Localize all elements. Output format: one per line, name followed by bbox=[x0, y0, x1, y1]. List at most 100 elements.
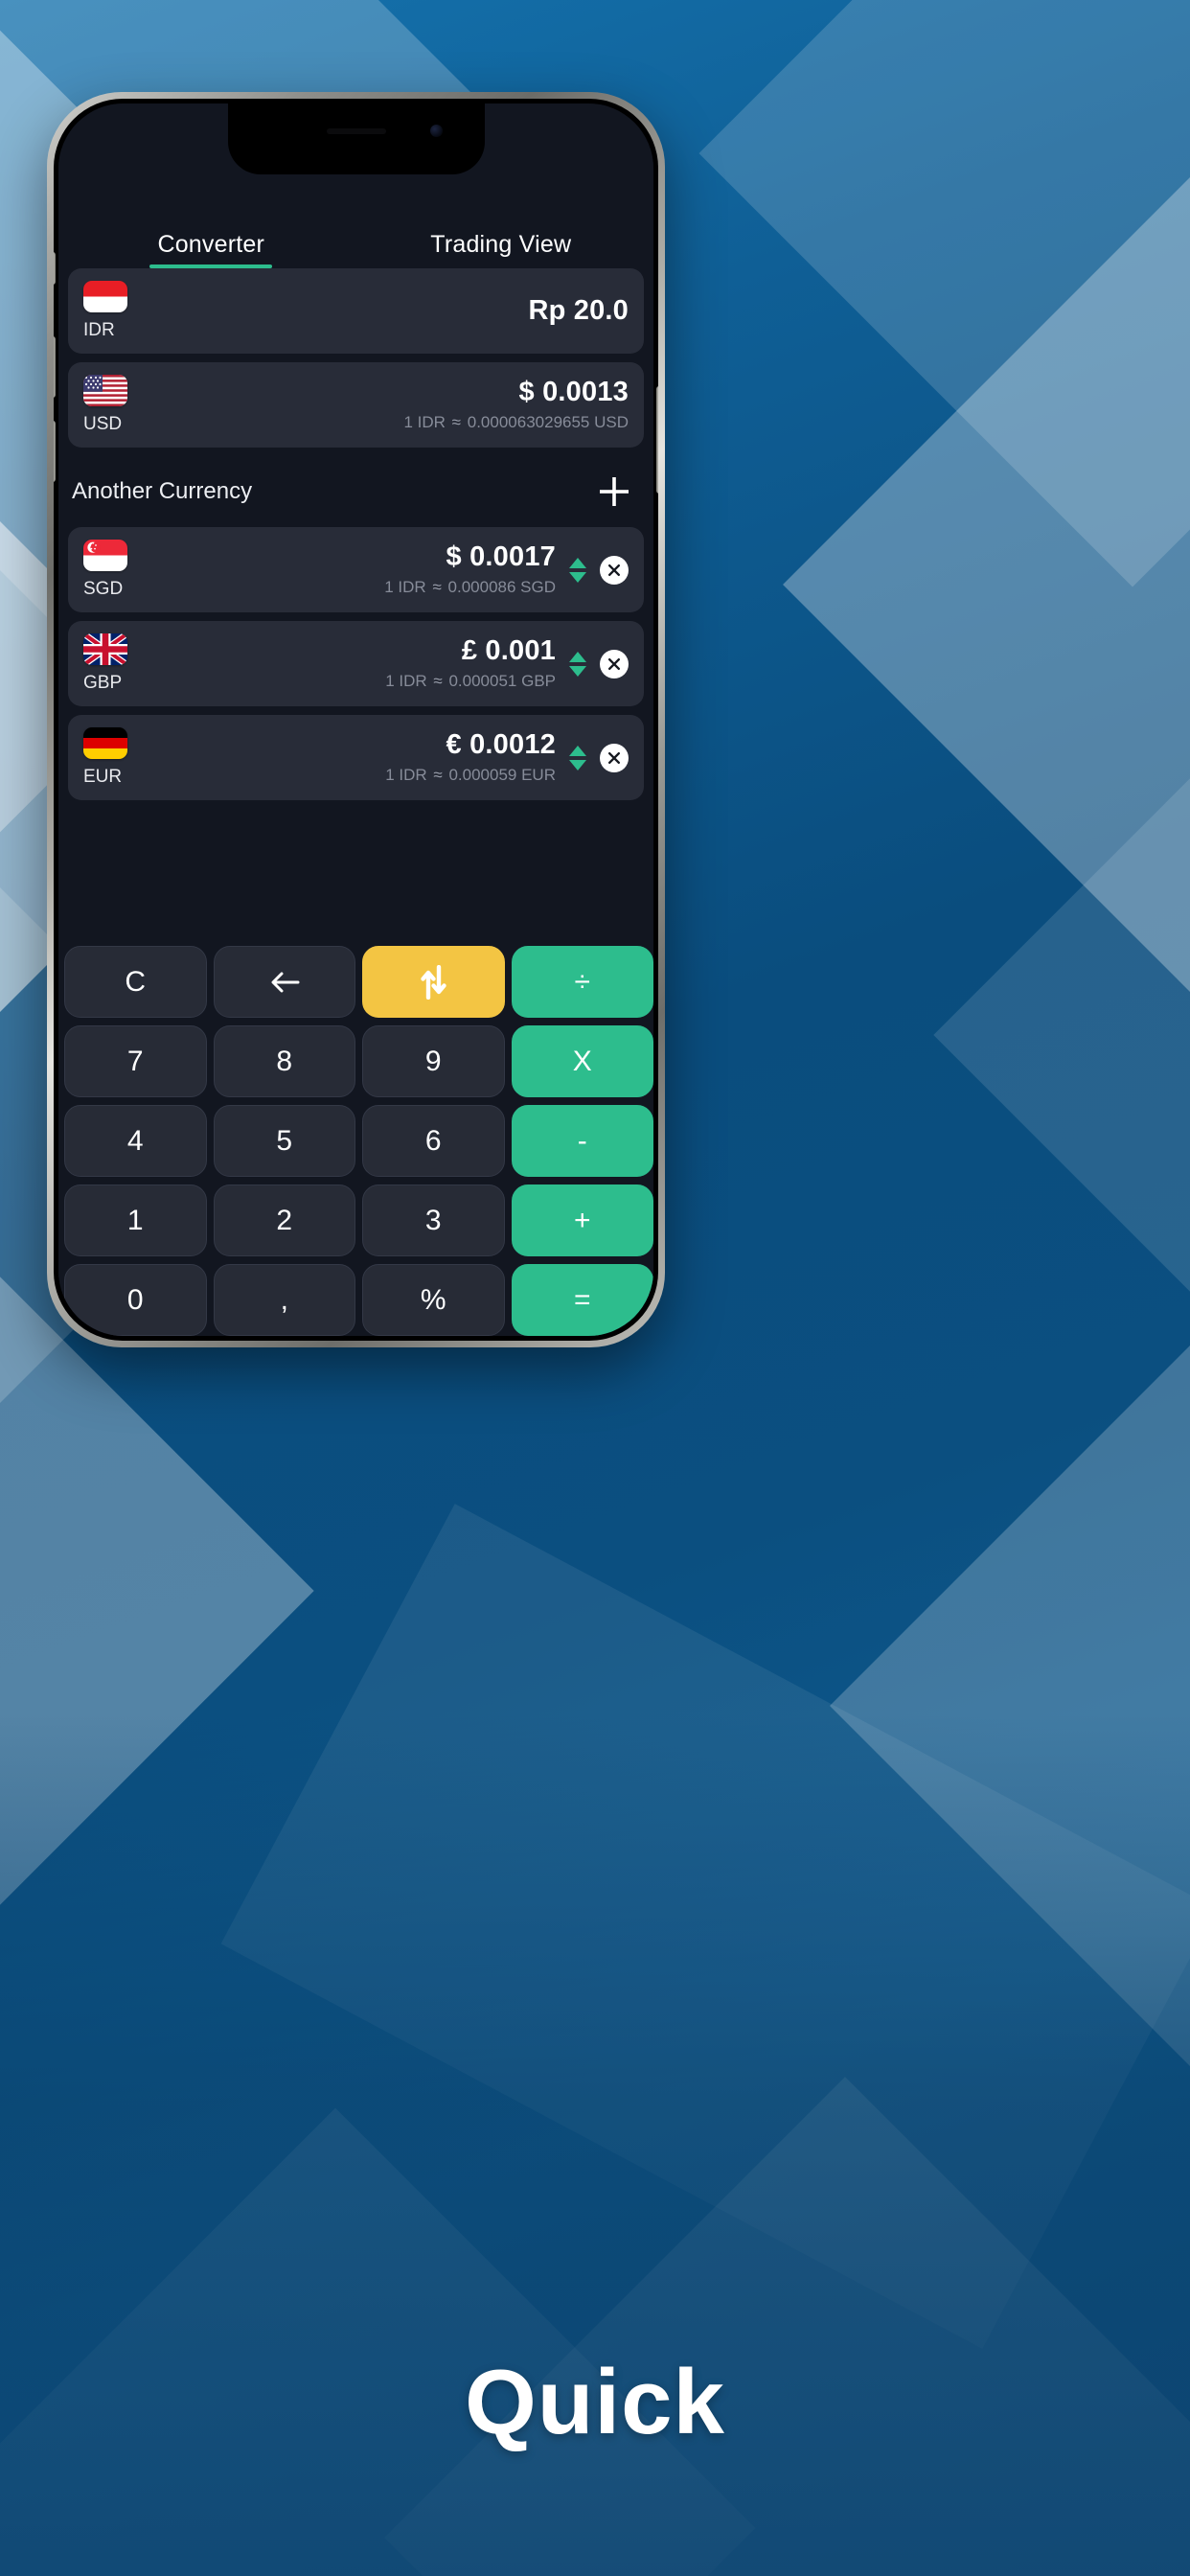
currency-value-block: $ 0.0017 1 IDR ≈ 0.000086 SGD bbox=[175, 541, 557, 597]
approx-icon: ≈ bbox=[432, 578, 442, 597]
flag-singapore-icon bbox=[83, 540, 127, 571]
key-6[interactable]: 6 bbox=[362, 1105, 505, 1177]
key-1[interactable]: 1 bbox=[64, 1184, 207, 1256]
currency-card-sgd[interactable]: SGD $ 0.0017 1 IDR ≈ 0.000086 SGD bbox=[68, 527, 644, 612]
rate-value: 0.000059 EUR bbox=[448, 766, 556, 785]
flag-usa-icon bbox=[83, 375, 127, 406]
rate-value: 0.000086 SGD bbox=[447, 578, 556, 597]
key-backspace[interactable] bbox=[213, 946, 355, 1018]
currency-identity: USD bbox=[83, 375, 175, 435]
key-7-label: 7 bbox=[126, 1045, 144, 1077]
approx-icon: ≈ bbox=[433, 766, 443, 785]
flag-indonesia-icon bbox=[83, 281, 127, 312]
amount-usd[interactable]: $ 0.0013 bbox=[519, 377, 629, 407]
tab-converter[interactable]: Converter bbox=[66, 231, 356, 268]
key-8[interactable]: 8 bbox=[213, 1025, 355, 1097]
rate-sgd: 1 IDR ≈ 0.000086 SGD bbox=[384, 578, 556, 597]
key-minus-label: - bbox=[577, 1124, 587, 1157]
rate-value: 0.000063029655 USD bbox=[467, 413, 629, 432]
tab-trading-view-label: Trading View bbox=[430, 231, 572, 258]
arrow-down-icon bbox=[569, 665, 586, 677]
key-multiply[interactable]: X bbox=[511, 1025, 653, 1097]
key-9[interactable]: 9 bbox=[362, 1025, 505, 1097]
key-2-label: 2 bbox=[276, 1204, 293, 1236]
key-clear-label: C bbox=[125, 965, 147, 998]
notch bbox=[227, 104, 485, 174]
rate-eur: 1 IDR ≈ 0.000059 EUR bbox=[385, 766, 556, 785]
close-icon[interactable] bbox=[600, 555, 629, 585]
key-0-label: 0 bbox=[126, 1283, 144, 1316]
currency-converter-app: Converter Trading View IDR Rp 20.0 USD $… bbox=[58, 104, 653, 1336]
currency-code-idr: IDR bbox=[83, 320, 115, 340]
rate-prefix: 1 IDR bbox=[403, 413, 446, 432]
arrow-down-icon bbox=[569, 571, 586, 583]
key-divide[interactable]: ÷ bbox=[511, 946, 653, 1018]
arrow-up-icon bbox=[569, 651, 586, 662]
currency-identity: EUR bbox=[83, 727, 175, 788]
power-button[interactable] bbox=[656, 386, 658, 494]
currency-card-eur[interactable]: EUR € 0.0012 1 IDR ≈ 0.000059 EUR bbox=[68, 715, 644, 800]
volume-up-button[interactable] bbox=[54, 336, 56, 398]
rate-prefix: 1 IDR bbox=[385, 766, 427, 785]
rate-prefix: 1 IDR bbox=[384, 578, 426, 597]
key-comma[interactable]: , bbox=[213, 1264, 355, 1336]
key-multiply-label: X bbox=[572, 1045, 592, 1077]
currency-code-usd: USD bbox=[83, 414, 123, 434]
volume-down-button[interactable] bbox=[54, 421, 56, 482]
phone-bezel: Converter Trading View IDR Rp 20.0 USD $… bbox=[54, 99, 658, 1341]
key-4[interactable]: 4 bbox=[64, 1105, 207, 1177]
rate-value: 0.000051 GBP bbox=[448, 672, 556, 691]
plus-icon[interactable] bbox=[592, 470, 636, 514]
mute-switch[interactable] bbox=[54, 252, 56, 285]
key-divide-label: ÷ bbox=[574, 965, 590, 998]
key-plus[interactable]: + bbox=[511, 1184, 653, 1256]
key-minus[interactable]: - bbox=[511, 1105, 653, 1177]
currency-value-block: Rp 20.0 bbox=[175, 295, 629, 326]
key-4-label: 4 bbox=[126, 1124, 144, 1157]
calculator-keypad: C ÷ 7 8 9 X 4 5 6 - 1 2 3 + 0 , % = bbox=[58, 938, 653, 1336]
tab-trading-view[interactable]: Trading View bbox=[356, 231, 647, 268]
flag-germany-icon bbox=[83, 727, 127, 759]
card-actions bbox=[569, 555, 629, 585]
amount-idr[interactable]: Rp 20.0 bbox=[528, 295, 629, 326]
key-swap[interactable] bbox=[362, 946, 505, 1018]
key-7[interactable]: 7 bbox=[64, 1025, 207, 1097]
key-3-label: 3 bbox=[424, 1204, 442, 1236]
key-0[interactable]: 0 bbox=[64, 1264, 207, 1336]
arrow-up-icon bbox=[569, 557, 586, 568]
earpiece-speaker bbox=[326, 128, 386, 134]
tab-converter-label: Converter bbox=[157, 231, 265, 258]
key-5[interactable]: 5 bbox=[213, 1105, 355, 1177]
amount-gbp[interactable]: £ 0.001 bbox=[462, 635, 556, 666]
sort-arrows-icon[interactable] bbox=[569, 745, 586, 770]
amount-eur[interactable]: € 0.0012 bbox=[446, 729, 557, 760]
key-clear[interactable]: C bbox=[64, 946, 207, 1018]
currency-identity: SGD bbox=[83, 540, 175, 600]
other-currency-list: SGD $ 0.0017 1 IDR ≈ 0.000086 SGD GBP £ … bbox=[58, 527, 653, 809]
currency-identity: GBP bbox=[83, 633, 175, 694]
rate-gbp: 1 IDR ≈ 0.000051 GBP bbox=[385, 672, 556, 691]
key-equals-label: = bbox=[573, 1283, 591, 1316]
sort-arrows-icon[interactable] bbox=[569, 651, 586, 677]
key-2[interactable]: 2 bbox=[213, 1184, 355, 1256]
currency-identity: IDR bbox=[83, 281, 175, 341]
currency-value-block: € 0.0012 1 IDR ≈ 0.000059 EUR bbox=[175, 729, 557, 785]
approx-icon: ≈ bbox=[451, 413, 462, 432]
sort-arrows-icon[interactable] bbox=[569, 557, 586, 583]
key-percent[interactable]: % bbox=[362, 1264, 505, 1336]
key-equals[interactable]: = bbox=[511, 1264, 653, 1336]
key-percent-label: % bbox=[420, 1283, 446, 1316]
front-camera bbox=[429, 125, 443, 137]
key-1-label: 1 bbox=[126, 1204, 144, 1236]
key-comma-label: , bbox=[280, 1283, 288, 1316]
currency-card-gbp[interactable]: GBP £ 0.001 1 IDR ≈ 0.000051 GBP bbox=[68, 621, 644, 706]
currency-value-block: £ 0.001 1 IDR ≈ 0.000051 GBP bbox=[175, 635, 556, 691]
currency-card-idr[interactable]: IDR Rp 20.0 bbox=[68, 268, 644, 354]
key-9-label: 9 bbox=[424, 1045, 442, 1077]
close-icon[interactable] bbox=[600, 649, 629, 678]
approx-icon: ≈ bbox=[433, 672, 443, 691]
amount-sgd[interactable]: $ 0.0017 bbox=[446, 541, 557, 572]
currency-card-usd[interactable]: USD $ 0.0013 1 IDR ≈ 0.000063029655 USD bbox=[68, 362, 644, 448]
close-icon[interactable] bbox=[600, 743, 629, 772]
key-3[interactable]: 3 bbox=[362, 1184, 505, 1256]
